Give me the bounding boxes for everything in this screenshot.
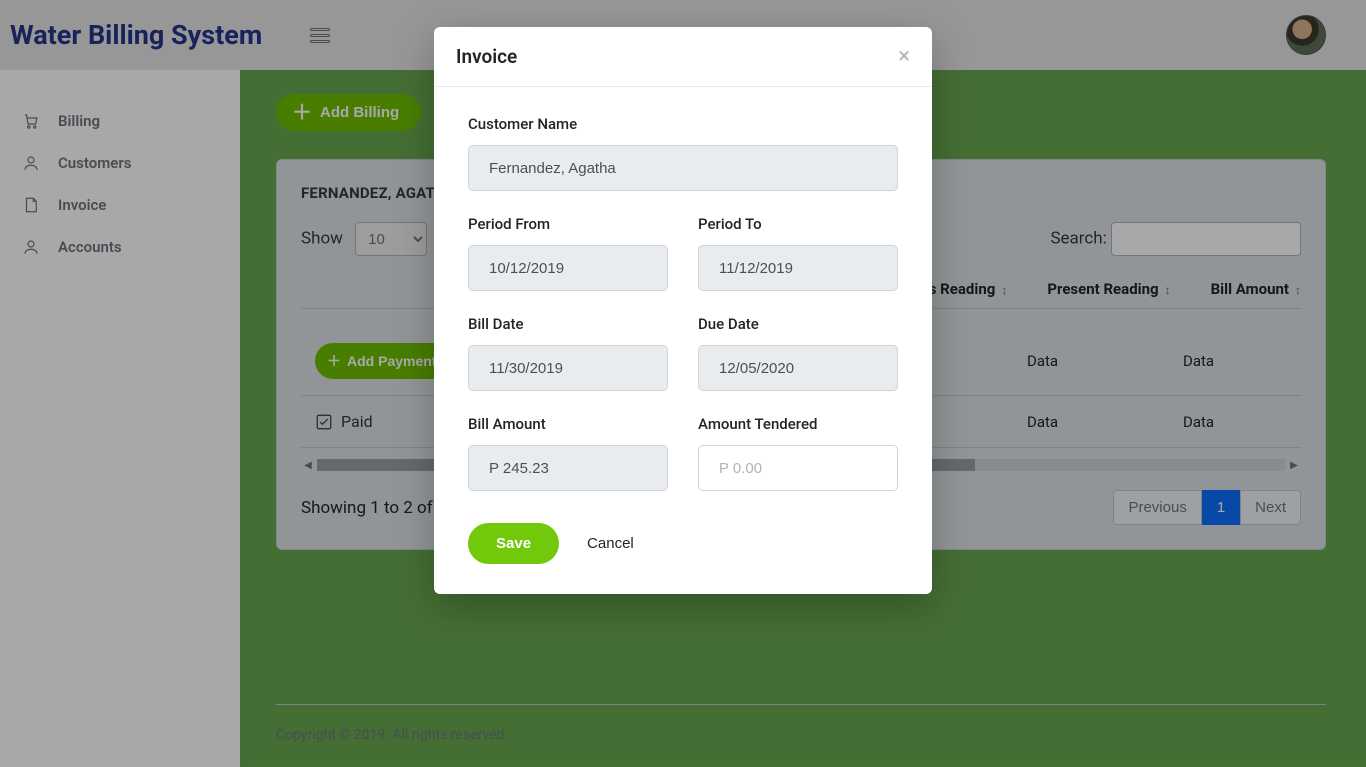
period-from-label: Period From	[468, 215, 668, 233]
customer-name-label: Customer Name	[468, 115, 898, 133]
modal-body: Customer Name Period From Period To Bill…	[434, 87, 932, 523]
period-to-field	[698, 245, 898, 291]
due-date-field	[698, 345, 898, 391]
close-icon[interactable]: ×	[898, 46, 910, 68]
bill-amount-label: Bill Amount	[468, 415, 668, 433]
due-date-label: Due Date	[698, 315, 898, 333]
amount-tendered-label: Amount Tendered	[698, 415, 898, 433]
modal-title: Invoice	[456, 45, 517, 68]
bill-date-field	[468, 345, 668, 391]
invoice-modal: Invoice × Customer Name Period From Peri…	[434, 27, 932, 594]
bill-amount-field	[468, 445, 668, 491]
modal-header: Invoice ×	[434, 27, 932, 87]
bill-date-label: Bill Date	[468, 315, 668, 333]
amount-tendered-field[interactable]	[698, 445, 898, 491]
customer-name-field	[468, 145, 898, 191]
period-from-field	[468, 245, 668, 291]
period-to-label: Period To	[698, 215, 898, 233]
cancel-button[interactable]: Cancel	[587, 535, 634, 552]
modal-actions: Save Cancel	[434, 523, 932, 594]
save-button[interactable]: Save	[468, 523, 559, 564]
